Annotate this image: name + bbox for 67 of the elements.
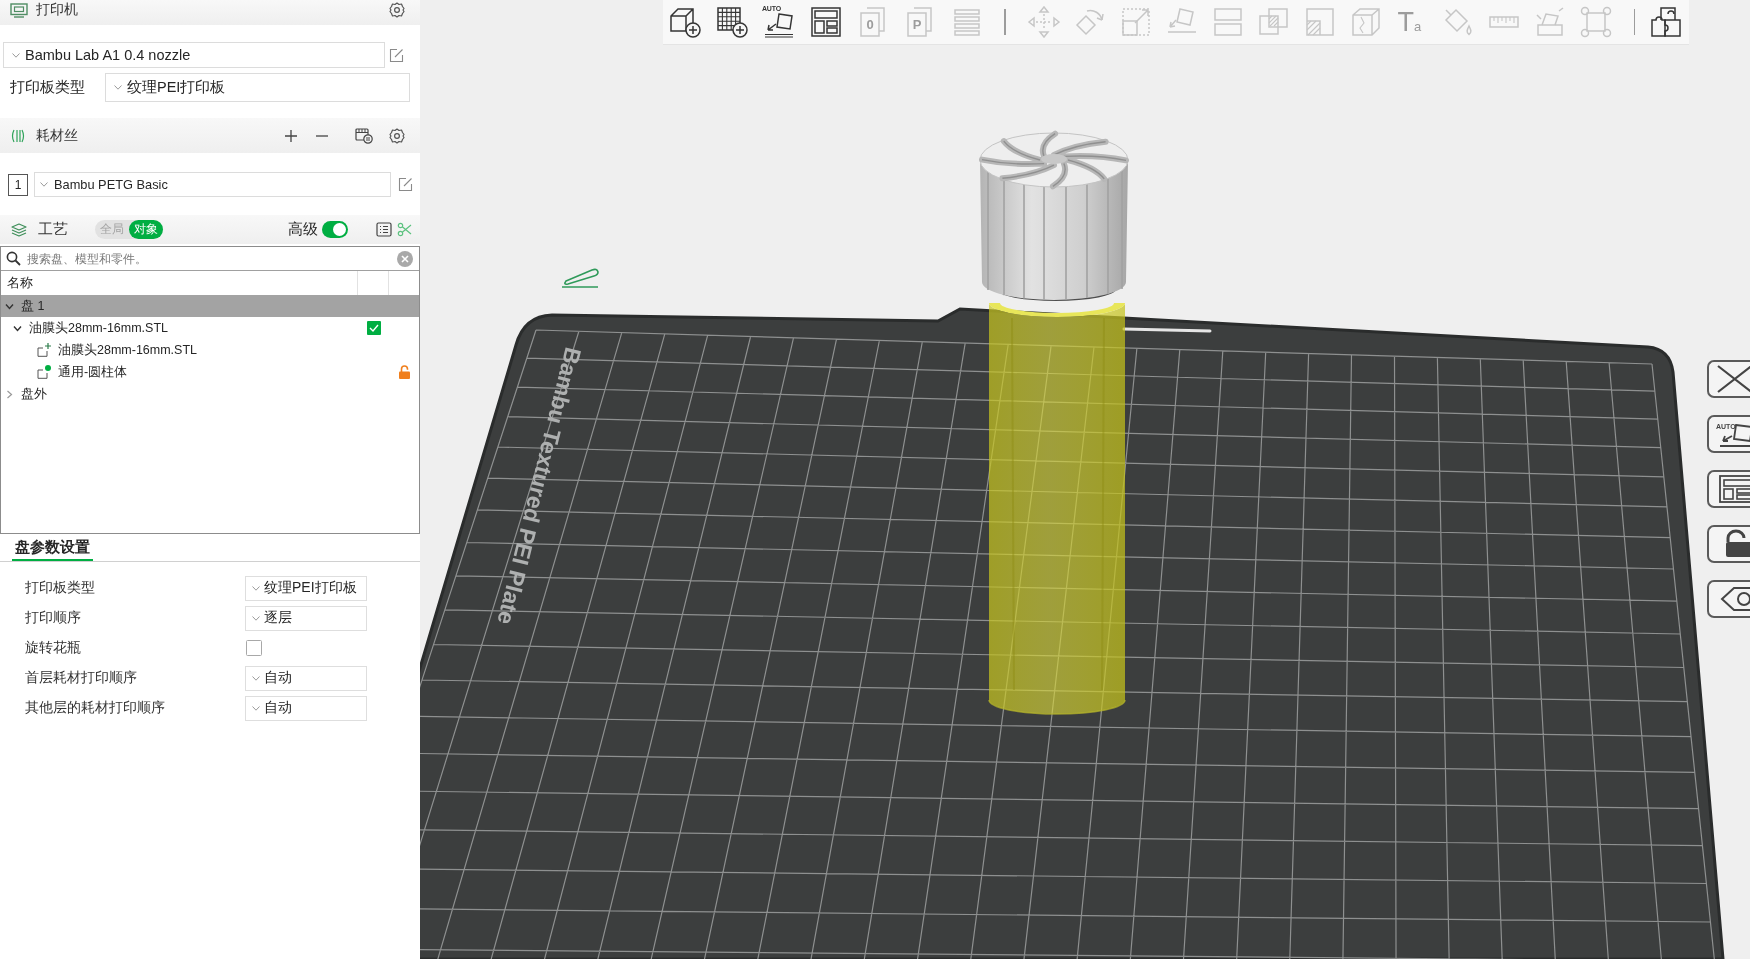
modifier-icon: [37, 365, 51, 379]
chevron-icon: [12, 52, 20, 58]
chevron-icon[interactable]: [13, 323, 22, 333]
setting-dropdown[interactable]: 自动: [245, 665, 367, 691]
side-tool-button[interactable]: [1707, 360, 1750, 398]
puzzle-icon[interactable]: [1649, 5, 1683, 39]
chevron-icon: [252, 615, 260, 621]
setting-dropdown[interactable]: 纹理PEI打印板: [245, 575, 367, 601]
settings-icon[interactable]: [389, 127, 405, 144]
section-title: 耗材丝: [36, 126, 78, 145]
chevron-icon: [40, 182, 48, 187]
list-icon[interactable]: [376, 222, 392, 237]
impeller-model[interactable]: [979, 130, 1129, 301]
cube-plus-icon[interactable]: [668, 5, 702, 39]
clear-icon[interactable]: [397, 250, 413, 267]
monitor-icon: [10, 2, 28, 18]
field-label: 打印板类型: [10, 78, 86, 97]
edit-icon[interactable]: [389, 47, 404, 63]
setting-label: 打印板类型: [25, 579, 96, 597]
edit-icon[interactable]: [398, 177, 413, 192]
plus-icon[interactable]: [285, 129, 297, 142]
chevron-icon[interactable]: [5, 301, 14, 311]
layers-icon: [11, 222, 27, 237]
plate-type-dropdown[interactable]: 纹理PEI打印板: [105, 73, 410, 102]
search-icon: [6, 251, 21, 266]
chevron-icon: [252, 705, 260, 711]
box-badge-icon[interactable]: [355, 127, 373, 144]
tree-row[interactable]: 油膜头28mm-16mm.STL: [1, 339, 419, 361]
filament-preset-dropdown[interactable]: Bambu PETG Basic: [34, 172, 391, 197]
filament-slot-number[interactable]: 1: [8, 173, 28, 196]
tree-row[interactable]: 盘外: [1, 383, 419, 405]
chevron-icon: [114, 85, 122, 90]
cylinder-model[interactable]: [988, 303, 1126, 715]
plate-label: Bambu Textured PEI Plate: [492, 344, 587, 628]
chevron-icon: [252, 585, 260, 591]
checkbox[interactable]: [246, 640, 262, 656]
lock-icon[interactable]: [398, 365, 410, 379]
section-title: 工艺: [38, 220, 68, 239]
side-tool-button[interactable]: [1707, 525, 1750, 563]
section-title: 打印机: [36, 1, 78, 19]
side-tool-button[interactable]: [1707, 580, 1750, 618]
tree-row[interactable]: 油膜头28mm-16mm.STL: [1, 317, 419, 339]
part-icon: [37, 343, 51, 357]
tree-row[interactable]: 盘 1: [1, 295, 419, 317]
setting-label: 其他层的耗材打印顺序: [25, 699, 166, 717]
side-tool-button[interactable]: [1707, 470, 1750, 508]
setting-dropdown[interactable]: 自动: [245, 695, 367, 721]
checkbox[interactable]: [367, 321, 381, 335]
panels-icon[interactable]: [809, 5, 843, 39]
column-header: 名称: [6, 274, 34, 292]
spool-icon: [11, 128, 25, 143]
setting-label: 打印顺序: [25, 609, 82, 627]
chevron-icon: [252, 675, 260, 681]
tree-row[interactable]: 通用-圆柱体: [1, 361, 419, 383]
pencil-icon[interactable]: [561, 268, 599, 288]
grid-plus-icon[interactable]: [715, 5, 749, 39]
advanced-label: 高级: [288, 220, 318, 239]
setting-label: 旋转花瓶: [25, 639, 82, 657]
toggle-switch[interactable]: [322, 221, 348, 238]
search-field[interactable]: 搜索盘、模型和零件。: [27, 249, 391, 268]
minus-icon[interactable]: [316, 134, 328, 137]
settings-icon[interactable]: [389, 2, 405, 18]
printer-preset-dropdown[interactable]: Bambu Lab A1 0.4 nozzle: [3, 42, 385, 68]
settings-tab[interactable]: 盘参数设置: [12, 538, 93, 561]
setting-label: 首层耗材打印顺序: [25, 669, 138, 687]
scissors-icon[interactable]: [397, 222, 412, 237]
setting-dropdown[interactable]: 逐层: [245, 605, 367, 631]
